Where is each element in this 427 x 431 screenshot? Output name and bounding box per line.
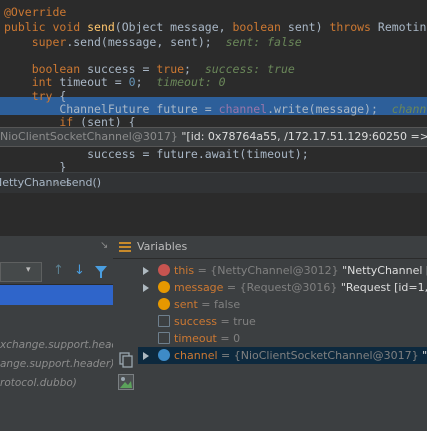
variable-text: success = true [174, 313, 256, 330]
thread-selector[interactable]: ▾ [0, 262, 42, 282]
expand-triangle-icon[interactable] [143, 352, 149, 360]
variable-row-channel[interactable]: channel = {NioClientSocketChannel@3017} … [138, 347, 427, 364]
code-token: public [4, 20, 53, 34]
breadcrumb-class[interactable]: NettyChannel [0, 173, 69, 193]
frame-item[interactable]: rotocol.dubbo) [0, 373, 113, 393]
variable-name: channel [174, 349, 218, 362]
watch-icon [158, 349, 170, 361]
variable-text: this = {NettyChannel@3012} "NettyChannel… [174, 262, 427, 279]
variable-text: sent = false [174, 296, 240, 313]
variable-text: channel = {NioClientSocketChannel@3017} … [174, 347, 427, 364]
copy-icon[interactable] [119, 352, 133, 368]
variable-row-timeout[interactable]: timeout = 0 [138, 330, 427, 347]
editor-empty-area [0, 193, 427, 236]
debugger-panel: ↘ Variables ▾ ↑ ↓ ✚ xchange.support.head… [0, 236, 427, 431]
code-token: channel: " [391, 102, 427, 116]
code-token: throws [329, 20, 378, 34]
code-line: @Override [4, 4, 66, 20]
frame-item[interactable]: xchange.support.heade [0, 335, 113, 355]
chevron-down-icon: ▾ [26, 265, 31, 275]
variables-icon [119, 242, 131, 252]
expand-triangle-icon[interactable] [143, 284, 149, 292]
code-token: } [4, 160, 67, 172]
parameter-icon [158, 281, 170, 293]
pin-tab-icon[interactable]: ↘ [100, 240, 108, 251]
code-editor[interactable]: @Override public void send(Object message… [0, 0, 427, 172]
variables-header: Variables [113, 236, 427, 259]
code-token: sent: false [225, 35, 302, 49]
code-token: channel [218, 102, 268, 116]
code-token: timeout: 0 [156, 75, 226, 89]
frames-header: ↘ [0, 236, 113, 258]
code-token: boolean [232, 20, 288, 34]
code-line: super.send(message, sent); sent: false [4, 34, 302, 50]
variable-row-sent[interactable]: sent = false [138, 296, 427, 313]
local-var-icon [158, 332, 170, 344]
code-token: void [52, 20, 88, 34]
variables-title: Variables [137, 240, 188, 253]
code-line: public void send(Object message, boolean… [4, 19, 427, 35]
filter-icon[interactable] [95, 266, 107, 278]
breadcrumb-method[interactable]: send() [66, 173, 101, 193]
variables-side-toolbar [113, 260, 139, 431]
code-token: sent) [287, 20, 330, 34]
down-arrow-icon[interactable]: ↓ [74, 263, 85, 278]
variable-name: message [174, 281, 224, 294]
variable-type: = false [197, 298, 241, 311]
variable-value: "[id: [422, 349, 427, 362]
variable-type: = true [217, 315, 256, 328]
variable-row-message[interactable]: message = {Request@3016} "Request [id=1,… [138, 279, 427, 296]
code-token: send [87, 20, 115, 34]
code-token: ; [135, 75, 157, 89]
breadcrumb-separator-icon: › [54, 176, 59, 189]
code-token: (Object message, [114, 20, 233, 34]
variable-row-success[interactable]: success = true [138, 313, 427, 330]
code-line: } [4, 159, 66, 172]
variable-type: = {Request@3016} [223, 281, 338, 294]
code-token: 0 [128, 75, 136, 89]
expand-triangle-icon[interactable] [143, 267, 149, 275]
code-token: super [4, 35, 67, 49]
code-token: @Override [4, 5, 67, 19]
variable-type: = {NioClientSocketChannel@3017} [217, 349, 419, 362]
tooltip-object: NioClientSocketChannel@3017} [0, 130, 178, 143]
tooltip-value: "[id: 0x78764a55, /172.17.51.129:60250 =… [181, 130, 427, 143]
local-var-icon [158, 315, 170, 327]
variable-text: message = {Request@3016} "Request [id=1,… [174, 279, 427, 296]
variable-type: = 0 [216, 332, 241, 345]
value-tooltip: NioClientSocketChannel@3017} "[id: 0x787… [0, 127, 427, 147]
code-token: RemotingExcep [377, 20, 427, 34]
code-token: int [4, 75, 60, 89]
code-token: .send(message, sent); [66, 35, 226, 49]
up-arrow-icon[interactable]: ↑ [53, 263, 64, 278]
frames-list: xchange.support.heade ange.support.heade… [0, 285, 113, 431]
parameter-icon [158, 298, 170, 310]
variable-value: "NettyChannel [cha [342, 264, 427, 277]
code-token: .write(message); [267, 102, 392, 116]
field-icon [158, 264, 170, 276]
variable-name: this [174, 264, 195, 277]
frame-item[interactable]: ange.support.header) [0, 354, 113, 374]
view-as-image-icon[interactable] [118, 374, 134, 390]
variable-name: success [174, 315, 218, 328]
variable-value: "Request [id=1, vers [340, 281, 427, 294]
breadcrumb: NettyChannel › send() [0, 172, 427, 193]
variable-text: timeout = 0 [174, 330, 240, 347]
variables-tree: this = {NettyChannel@3012} "NettyChannel… [138, 260, 427, 431]
variable-name: timeout [174, 332, 217, 345]
code-token: timeout = [59, 75, 129, 89]
frame-selected[interactable] [0, 285, 113, 305]
variable-name: sent [174, 298, 198, 311]
variable-row-this[interactable]: this = {NettyChannel@3012} "NettyChannel… [138, 262, 427, 279]
variable-type: = {NettyChannel@3012} [194, 264, 339, 277]
